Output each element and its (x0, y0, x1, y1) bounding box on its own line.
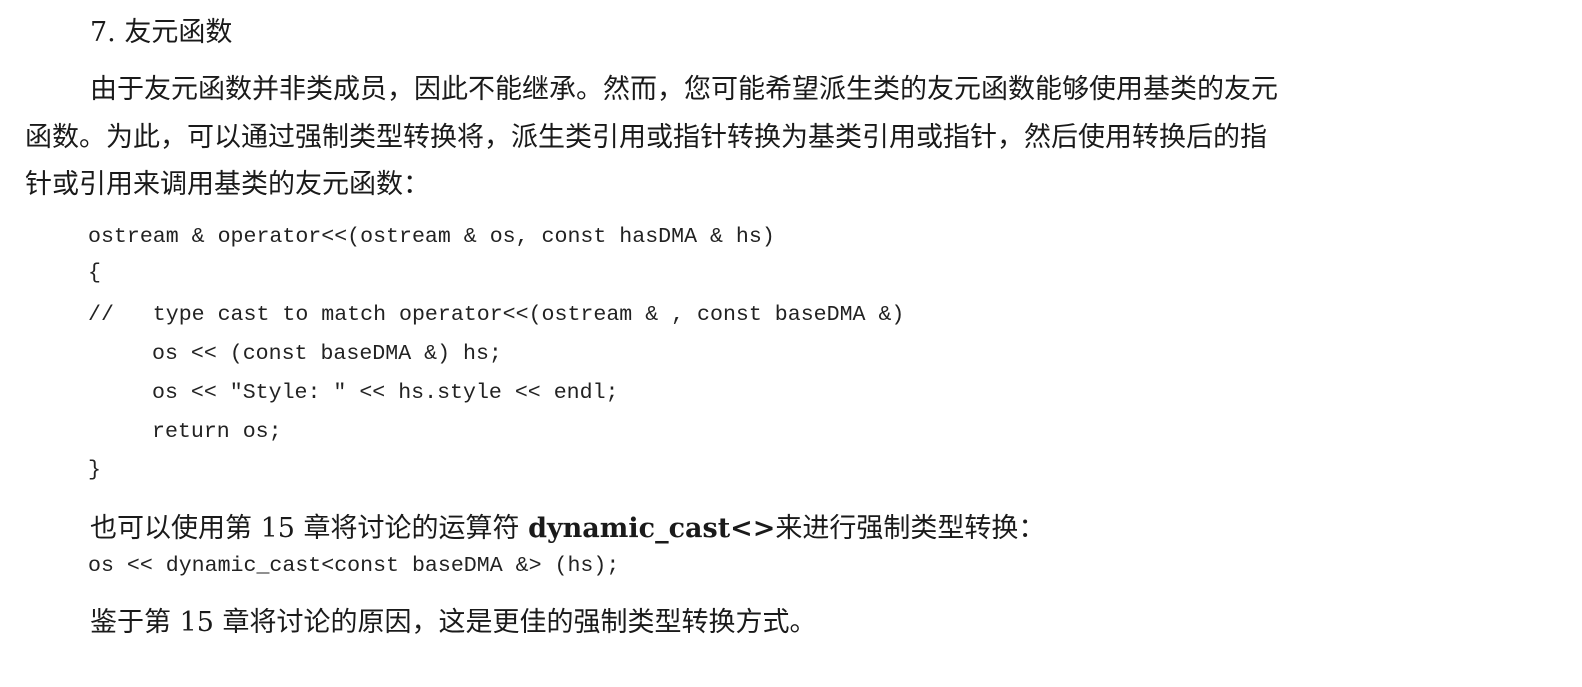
code-line: os << (const baseDMA &) hs; (152, 342, 502, 366)
dynamic-cast-keyword: dynamic_cast<> (528, 513, 776, 544)
section-heading: 7. 友元函数 (90, 17, 233, 48)
paragraph-1-line-1: 由于友元函数并非类成员，因此不能继承。然而，您可能希望派生类的友元函数能够使用基… (90, 74, 1278, 105)
code-line: return os; (152, 420, 282, 444)
code-line: { (88, 261, 101, 285)
code-line-dynamic-cast: os << dynamic_cast<const baseDMA &> (hs)… (88, 554, 620, 578)
paragraph-2-before: 也可以使用第 15 章将讨论的运算符 (90, 513, 529, 544)
code-comment-line: // type cast to match operator<<(ostream… (88, 303, 905, 327)
paragraph-1-line-2: 函数。为此，可以通过强制类型转换将，派生类引用或指针转换为基类引用或指针，然后使… (25, 122, 1267, 153)
paragraph-3: 鉴于第 15 章将讨论的原因，这是更佳的强制类型转换方式。 (90, 607, 817, 638)
code-line: os << "Style: " << hs.style << endl; (152, 381, 619, 405)
code-line: ostream & operator<<(ostream & os, const… (88, 225, 775, 249)
paragraph-2-after: 来进行强制类型转换： (775, 513, 1046, 544)
paragraph-1-line-3: 针或引用来调用基类的友元函数： (25, 169, 430, 200)
paragraph-2: 也可以使用第 15 章将讨论的运算符 dynamic_cast<>来进行强制类型… (90, 513, 1045, 545)
code-line: } (88, 458, 101, 482)
